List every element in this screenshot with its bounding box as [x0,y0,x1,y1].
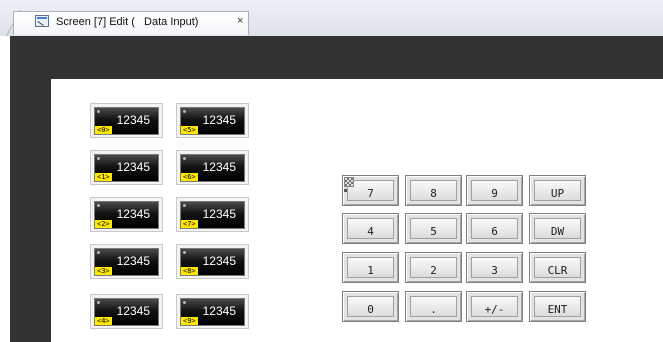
numeric-display-tag: <8> [181,267,198,275]
numeric-display-tag: <5> [181,126,198,134]
numeric-display-value: 12345 [202,207,236,221]
screen-frame-left [10,79,51,342]
numeric-display-face: 12345 <6> [180,154,245,182]
numeric-display-tag: <9> [181,317,198,325]
numeric-display-tag: <4> [95,317,112,325]
keypad-key-decimal[interactable]: . [405,291,462,322]
numeric-display-tag: <3> [95,267,112,275]
numeric-display-face: 12345 <1> [94,154,159,182]
key-label: CLR [547,264,568,277]
tab-screen-7-edit[interactable]: Screen [7] Edit ( Data Input) × [13,11,249,35]
key-label: 1 [367,264,374,277]
key-face: . [410,296,457,317]
key-face: 2 [410,257,457,278]
numeric-display-tag: <0> [95,126,112,134]
keypad-key-0[interactable]: 0 [342,291,399,322]
numeric-display-value: 12345 [202,304,236,318]
numeric-display-value: 12345 [116,207,150,221]
keypad-key-2[interactable]: 2 [405,252,462,283]
numeric-display-face: 12345 <3> [94,248,159,276]
numeric-display[interactable]: 12345 <3> [90,244,163,279]
key-label: DW [550,225,565,238]
numeric-display[interactable]: 12345 <6> [176,150,249,185]
key-label: +/- [484,303,505,316]
numeric-display-face: 12345 <0> [94,107,159,135]
numeric-display-tag: <6> [181,173,198,181]
key-face: 8 [410,180,457,201]
key-face: 3 [471,257,518,278]
numeric-display-tag: <7> [181,220,198,228]
close-icon[interactable]: × [237,15,243,27]
key-label: 5 [430,225,437,238]
numeric-display[interactable]: 12345 <1> [90,150,163,185]
keypad-key-6[interactable]: 6 [466,213,523,244]
keypad-key-dw[interactable]: DW [529,213,586,244]
key-face: 7 [347,180,394,201]
document-tab-strip: Screen [7] Edit ( Data Input) × [0,0,663,36]
numeric-display[interactable]: 12345 <0> [90,103,163,138]
keypad-key-5[interactable]: 5 [405,213,462,244]
keypad-key-3[interactable]: 3 [466,252,523,283]
numeric-display[interactable]: 12345 <2> [90,197,163,232]
numeric-display-value: 12345 [116,304,150,318]
numeric-display-face: 12345 <5> [180,107,245,135]
key-face: +/- [471,296,518,317]
keypad-key-7[interactable]: 7 [342,175,399,206]
keypad-key-8[interactable]: 8 [405,175,462,206]
numeric-display-value: 12345 [116,113,150,127]
numeric-display-tag: <2> [95,220,112,228]
key-label: 4 [367,225,374,238]
numeric-display-face: 12345 <4> [94,298,159,326]
key-face: DW [534,218,581,239]
screen-frame-top [10,36,663,79]
key-face: 1 [347,257,394,278]
keypad-key-ent[interactable]: ENT [529,291,586,322]
key-face: 5 [410,218,457,239]
key-label: 0 [367,303,374,316]
keypad-key-clr[interactable]: CLR [529,252,586,283]
numeric-display[interactable]: 12345 <4> [90,294,163,329]
numeric-display[interactable]: 12345 <7> [176,197,249,232]
key-label: 3 [491,264,498,277]
numeric-display-value: 12345 [116,254,150,268]
numeric-display-face: 12345 <2> [94,201,159,229]
keypad-key-1[interactable]: 1 [342,252,399,283]
numeric-display-face: 12345 <8> [180,248,245,276]
key-label: 9 [491,187,498,200]
numeric-display-face: 12345 <9> [180,298,245,326]
tab-title: Screen [7] Edit ( Data Input) [56,16,199,28]
numeric-display-value: 12345 [202,113,236,127]
key-label: 8 [430,187,437,200]
selection-marker-icon [344,177,354,187]
key-label: ENT [547,303,568,316]
key-face: 0 [347,296,394,317]
numeric-display[interactable]: 12345 <8> [176,244,249,279]
numeric-display-tag: <1> [95,173,112,181]
anchor-dot-icon [344,189,347,192]
key-label: 2 [430,264,437,277]
keypad-key-4[interactable]: 4 [342,213,399,244]
numeric-display[interactable]: 12345 <9> [176,294,249,329]
key-face: 9 [471,180,518,201]
key-face: CLR [534,257,581,278]
key-label: 7 [367,187,374,200]
keypad-key-9[interactable]: 9 [466,175,523,206]
key-label: . [430,303,437,316]
key-face: 4 [347,218,394,239]
numeric-display[interactable]: 12345 <5> [176,103,249,138]
key-face: UP [534,180,581,201]
keypad-key-up[interactable]: UP [529,175,586,206]
numeric-display-value: 12345 [202,160,236,174]
key-face: ENT [534,296,581,317]
key-label: 6 [491,225,498,238]
key-label: UP [550,187,565,200]
key-face: 6 [471,218,518,239]
numeric-display-face: 12345 <7> [180,201,245,229]
screen-edit-icon [35,15,49,27]
numeric-display-value: 12345 [116,160,150,174]
numeric-display-value: 12345 [202,254,236,268]
keypad-key-sign[interactable]: +/- [466,291,523,322]
